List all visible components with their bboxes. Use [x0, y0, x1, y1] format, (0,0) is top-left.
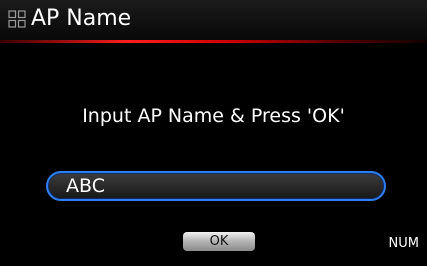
ap-name-value: ABC — [66, 175, 105, 197]
ap-name-input[interactable]: ABC — [46, 171, 386, 201]
page-title: AP Name — [31, 6, 132, 31]
title-underline — [0, 40, 427, 43]
ap-name-screen: AP Name Input AP Name & Press 'OK' ABC O… — [0, 0, 427, 266]
ok-button[interactable]: OK — [183, 232, 255, 251]
title-bar: AP Name — [0, 0, 427, 40]
grid-icon — [8, 10, 26, 28]
instruction-text: Input AP Name & Press 'OK' — [82, 105, 345, 127]
input-mode-indicator: NUM — [388, 236, 419, 251]
